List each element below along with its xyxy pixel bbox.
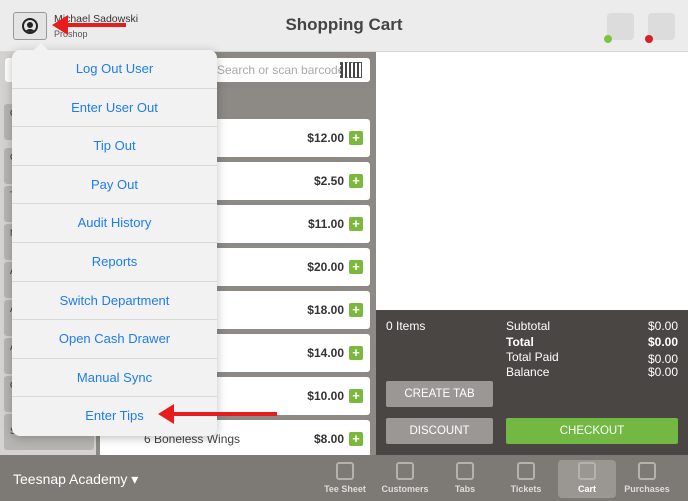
checkout-button[interactable]: CHECKOUT (506, 418, 678, 444)
tab-tickets[interactable]: Tickets (497, 460, 555, 498)
menu-item-tip-out[interactable]: Tip Out (12, 127, 217, 166)
total-value: $0.00 (647, 335, 678, 349)
drawer-status-dot (645, 35, 653, 43)
menu-item-pay-out[interactable]: Pay Out (12, 166, 217, 205)
tickets-icon (517, 462, 535, 480)
add-icon[interactable]: + (349, 217, 363, 231)
product-price: $18.00 (307, 303, 344, 317)
add-icon[interactable]: + (349, 174, 363, 188)
cart-summary: 0 Items Subtotal $0.00 Total $0.00 Total… (376, 310, 688, 455)
barcode-scan-icon[interactable] (340, 62, 362, 78)
add-icon[interactable]: + (349, 346, 363, 360)
create-tab-button[interactable]: CREATE TAB (386, 381, 493, 407)
subtotal-value: $0.00 (647, 319, 678, 333)
add-icon[interactable]: + (349, 389, 363, 403)
printer-status-dot (604, 35, 612, 43)
tab-label: Tabs (454, 484, 476, 494)
purchases-icon (638, 462, 656, 480)
tab-customers[interactable]: Customers (376, 460, 434, 498)
total-paid-label: Total Paid (506, 350, 559, 364)
user-menu-popover: Log Out User Enter User Out Tip Out Pay Out… (12, 43, 217, 436)
tabs-icon (456, 462, 474, 480)
tee-sheet-icon (336, 462, 354, 480)
menu-item-manual-sync[interactable]: Manual Sync (12, 359, 217, 398)
product-price: $10.00 (307, 389, 344, 403)
cart-list (376, 52, 688, 310)
add-icon[interactable]: + (349, 432, 363, 446)
product-price: $20.00 (307, 260, 344, 274)
product-price: $14.00 (307, 346, 344, 360)
tab-label: Tee Sheet (324, 484, 366, 494)
annotation-arrow (52, 15, 126, 35)
menu-item-audit-history[interactable]: Audit History (12, 204, 217, 243)
balance-label: Balance (506, 365, 550, 379)
total-paid-value: $0.00 (647, 352, 678, 366)
product-price: $2.50 (313, 174, 344, 188)
tab-label: Customers (381, 484, 429, 494)
tab-tee-sheet[interactable]: Tee Sheet (316, 460, 374, 498)
tab-label: Tickets (510, 484, 542, 494)
tab-cart[interactable]: Cart (558, 460, 616, 498)
subtotal-label: Subtotal (506, 319, 551, 333)
tab-tabs[interactable]: Tabs (436, 460, 494, 498)
menu-item-open-cash-drawer[interactable]: Open Cash Drawer (12, 320, 217, 359)
add-icon[interactable]: + (349, 260, 363, 274)
menu-item-log-out-user[interactable]: Log Out User (12, 50, 217, 89)
tab-label: Purchases (624, 484, 670, 494)
customers-icon (396, 462, 414, 480)
add-icon[interactable]: + (349, 131, 363, 145)
tab-label: Cart (577, 484, 596, 494)
discount-button[interactable]: DISCOUNT (386, 418, 493, 444)
balance-value: $0.00 (647, 365, 678, 379)
tab-purchases[interactable]: Purchases (618, 460, 676, 498)
product-price: $12.00 (307, 131, 344, 145)
menu-item-switch-department[interactable]: Switch Department (12, 282, 217, 321)
total-label: Total (506, 335, 534, 349)
cart-icon (578, 462, 596, 480)
product-price: $11.00 (307, 217, 344, 231)
search-placeholder: Search or scan barcode (217, 63, 345, 77)
location-selector[interactable]: Teesnap Academy ▾ (13, 471, 138, 488)
product-price: $8.00 (313, 432, 344, 446)
menu-item-enter-tips[interactable]: Enter Tips (12, 397, 217, 436)
menu-item-enter-user-out[interactable]: Enter User Out (12, 89, 217, 128)
menu-item-reports[interactable]: Reports (12, 243, 217, 282)
items-count: 0 Items (386, 319, 426, 333)
add-icon[interactable]: + (349, 303, 363, 317)
annotation-arrow (158, 404, 277, 424)
bottom-tab-bar: Teesnap Academy ▾ Tee Sheet Customers Tabs… (0, 455, 688, 501)
